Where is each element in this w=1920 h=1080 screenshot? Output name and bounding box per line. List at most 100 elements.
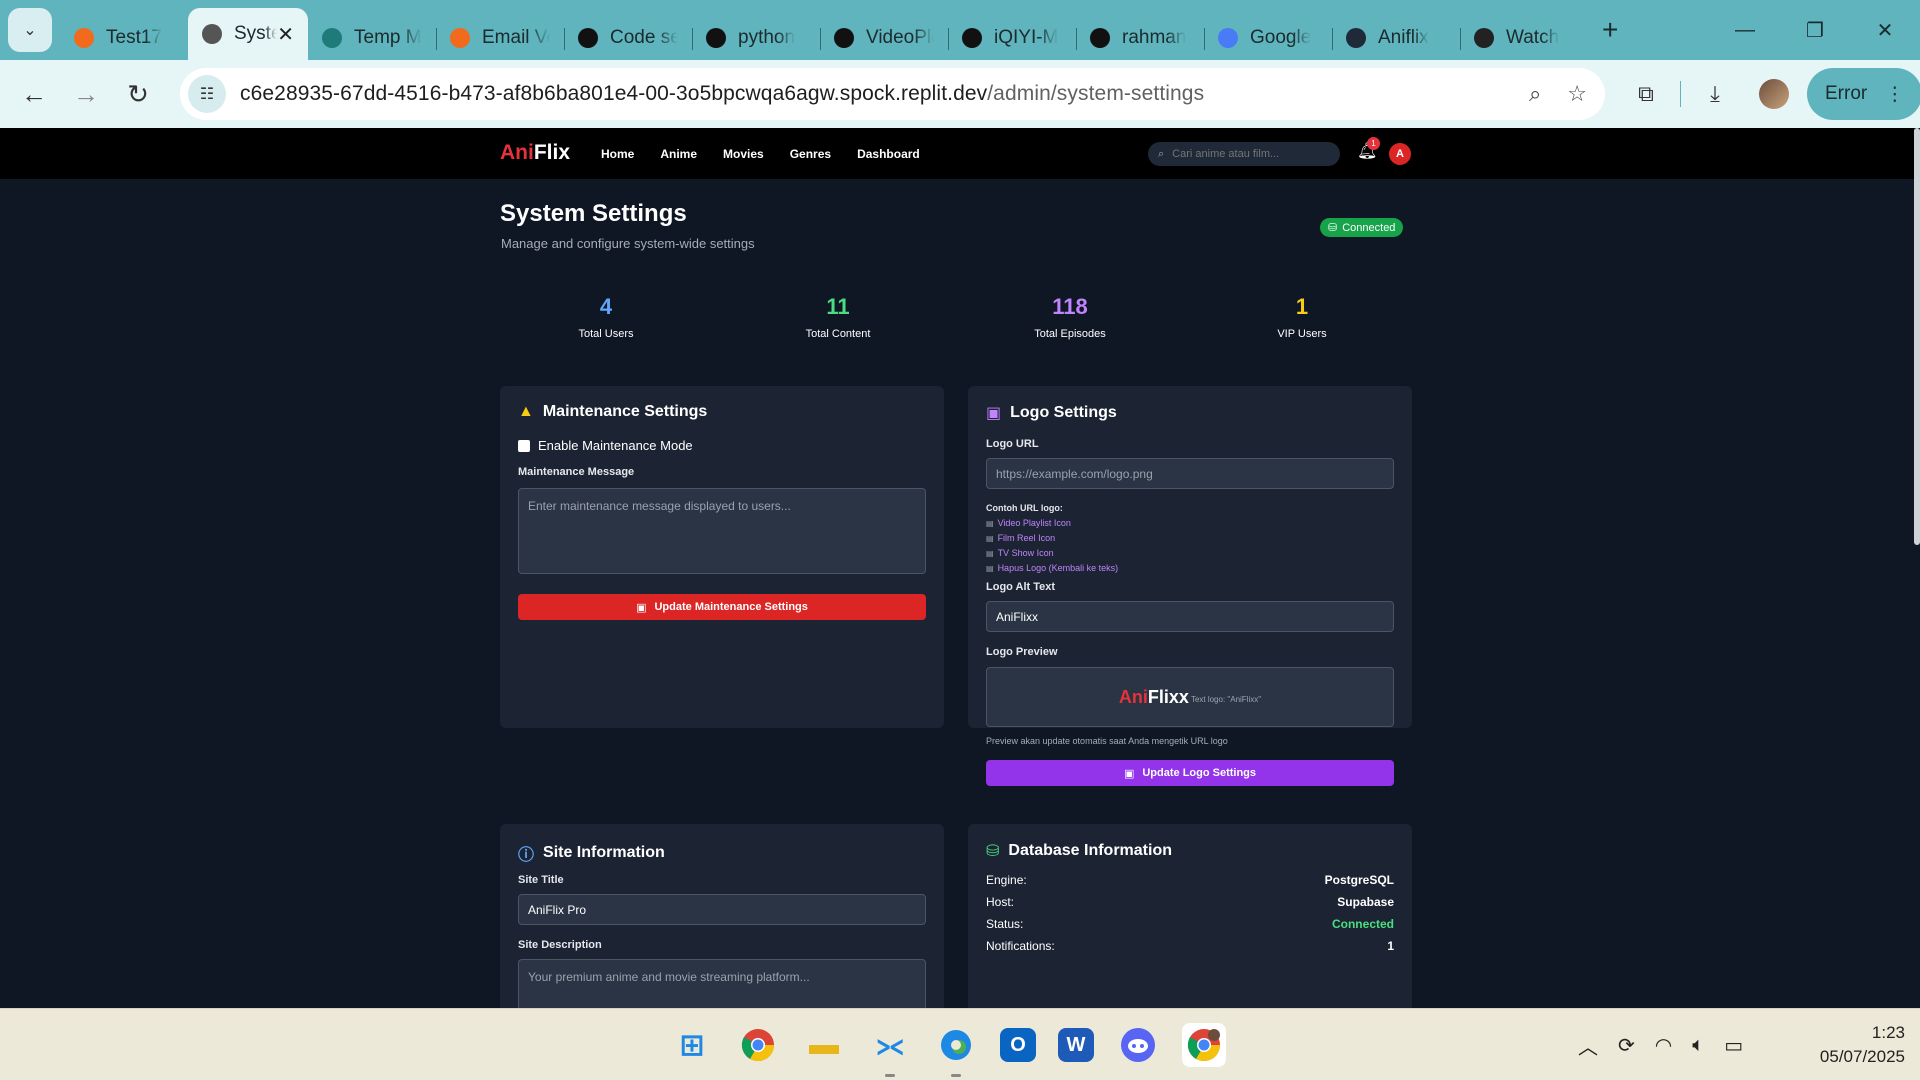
nav-link-dashboard[interactable]: Dashboard [857, 147, 920, 161]
tab-search-button[interactable]: ⌄ [8, 8, 52, 52]
file-explorer-icon[interactable]: ▬ [802, 1023, 846, 1067]
vscode-icon[interactable]: ⪥ [868, 1023, 912, 1077]
volume-icon[interactable]: 🔈︎ [1692, 1034, 1704, 1057]
url-host: c6e28935-67dd-4516-b473-af8b6ba801e4-00-… [240, 82, 988, 105]
scrollbar-thumb[interactable] [1914, 128, 1920, 545]
address-bar[interactable]: ☷ c6e28935-67dd-4516-b473-af8b6ba801e4-0… [180, 68, 1605, 120]
nav-link-anime[interactable]: Anime [660, 147, 697, 161]
tab-favicon-icon [706, 28, 726, 48]
tab-favicon-icon [322, 28, 342, 48]
back-icon[interactable]: ← [8, 68, 60, 120]
database-value: Connected [1331, 917, 1394, 931]
preview-text-red: Ani [1118, 686, 1148, 707]
url-text[interactable]: c6e28935-67dd-4516-b473-af8b6ba801e4-00-… [240, 82, 1204, 106]
browser-tab[interactable]: Temp Mail [308, 16, 436, 60]
chrome-profile-icon[interactable] [1182, 1023, 1226, 1067]
site-navbar: AniFlix Home Anime Movies Genres Dashboard ⌕… [0, 128, 1920, 179]
logo-example-link[interactable]: ▤ Video Playlist Icon [986, 516, 1118, 531]
profile-avatar[interactable] [1759, 79, 1789, 109]
logo-alt-input[interactable]: AniFlixx [986, 601, 1394, 632]
maintenance-message-textarea[interactable]: Enter maintenance message displayed to u… [518, 488, 926, 574]
browser-tab[interactable]: Google [1204, 16, 1332, 60]
error-label: Error [1825, 83, 1868, 104]
tab-title: Test17 [106, 27, 162, 48]
maintenance-checkbox-label: Enable Maintenance Mode [538, 438, 693, 453]
nav-link-home[interactable]: Home [601, 147, 634, 161]
new-tab-icon[interactable]: + [1602, 14, 1618, 46]
taskbar-clock[interactable]: 1:23 05/07/2025 [1795, 1021, 1905, 1069]
page-scrollbar[interactable] [1914, 128, 1920, 1008]
tab-favicon-icon [1090, 28, 1110, 48]
forward-icon[interactable]: → [60, 68, 112, 120]
error-button[interactable]: Error ⋮ [1807, 68, 1920, 120]
tab-list: Test17 System Settings✕ Temp Mail Email Ver… [60, 0, 1588, 60]
logo-example-link[interactable]: ▤ Hapus Logo (Kembali ke teks) [986, 561, 1118, 576]
word-icon[interactable]: W [1058, 1028, 1094, 1062]
nav-link-genres[interactable]: Genres [790, 147, 831, 161]
edge-icon[interactable] [934, 1023, 978, 1077]
chevron-up-icon[interactable]: ︿ [1578, 1031, 1598, 1060]
maintenance-toggle[interactable]: Enable Maintenance Mode [518, 438, 693, 453]
browser-tab[interactable]: rahman [1076, 16, 1204, 60]
tab-title: python [738, 27, 796, 48]
restore-icon[interactable]: ❐ [1780, 0, 1850, 60]
image-icon: ▣ [986, 405, 1002, 422]
tab-favicon-icon [74, 28, 94, 48]
browser-tab[interactable]: Email Verify [436, 16, 564, 60]
reload-icon[interactable]: ↻ [112, 68, 164, 120]
logo-url-input[interactable]: https://example.com/logo.png [986, 458, 1394, 489]
toolbar-divider [1680, 81, 1681, 107]
wifi-icon[interactable]: ◠ [1655, 1033, 1672, 1058]
sync-icon[interactable]: ⟳ [1618, 1033, 1635, 1058]
search-input[interactable] [1172, 148, 1323, 160]
tab-favicon-icon [1218, 28, 1238, 48]
extensions-icon[interactable]: ⧉ [1620, 68, 1672, 120]
stat-card: 4 Total Users [516, 294, 696, 340]
logo-text-red: Ani [500, 141, 534, 164]
update-logo-button[interactable]: ▣ Update Logo Settings [986, 760, 1394, 786]
start-menu-icon[interactable]: ⊞ [670, 1023, 714, 1067]
database-key: Notifications: [986, 939, 1055, 953]
search-box[interactable]: ⌕ [1148, 142, 1340, 166]
site-description-textarea[interactable]: Your premium anime and movie streaming p… [518, 959, 926, 1008]
minimize-icon[interactable]: — [1710, 0, 1780, 60]
bookmark-star-icon[interactable]: ☆ [1567, 81, 1587, 107]
battery-icon[interactable]: ▭ [1724, 1033, 1743, 1058]
stat-card: 1 VIP Users [1212, 294, 1392, 340]
browser-tab[interactable]: Test17 [60, 16, 188, 60]
maintenance-card: ▲ Maintenance Settings Enable Maintenance… [500, 386, 944, 728]
browser-tab[interactable]: VideoPlayer [820, 16, 948, 60]
outlook-icon[interactable]: O [1000, 1028, 1036, 1062]
browser-tab[interactable]: python [692, 16, 820, 60]
database-key: Status: [986, 917, 1024, 931]
stat-value: 11 [826, 294, 850, 319]
tab-favicon-icon [450, 28, 470, 48]
site-info-icon[interactable]: ☷ [188, 75, 226, 113]
logo-url-label: Logo URL [986, 438, 1039, 450]
tab-title: Google [1250, 27, 1312, 48]
close-window-icon[interactable]: ✕ [1850, 0, 1920, 60]
notification-bell-icon[interactable]: 🔔︎ 1 [1357, 137, 1380, 161]
update-maintenance-button[interactable]: ▣ Update Maintenance Settings [518, 594, 926, 620]
chrome-icon[interactable] [736, 1023, 780, 1067]
nav-link-movies[interactable]: Movies [723, 147, 764, 161]
site-logo[interactable]: AniFlix [500, 141, 570, 165]
close-tab-icon[interactable]: ✕ [277, 22, 294, 47]
user-avatar[interactable]: A [1389, 143, 1411, 165]
logo-example-link[interactable]: ▤ Film Reel Icon [986, 531, 1118, 546]
download-icon[interactable]: ⤓ [1689, 68, 1741, 120]
maintenance-checkbox[interactable] [518, 439, 530, 452]
logo-example-link[interactable]: ▤ TV Show Icon [986, 546, 1118, 561]
browser-tab[interactable]: System Settings✕ [188, 8, 308, 60]
browser-tab[interactable]: Watch [1460, 16, 1588, 60]
database-key: Engine: [986, 873, 1027, 887]
browser-tab[interactable]: iQIYI-M [948, 16, 1076, 60]
tab-favicon-icon [962, 28, 982, 48]
zoom-icon[interactable]: ⌕ [1529, 81, 1541, 107]
stat-value: 4 [599, 294, 613, 319]
browser-tab[interactable]: Code search [564, 16, 692, 60]
discord-icon[interactable] [1116, 1023, 1160, 1067]
browser-tab[interactable]: Aniflix [1332, 16, 1460, 60]
maintenance-title: Maintenance Settings [542, 403, 708, 420]
site-title-input[interactable]: AniFlix Pro [518, 894, 926, 925]
